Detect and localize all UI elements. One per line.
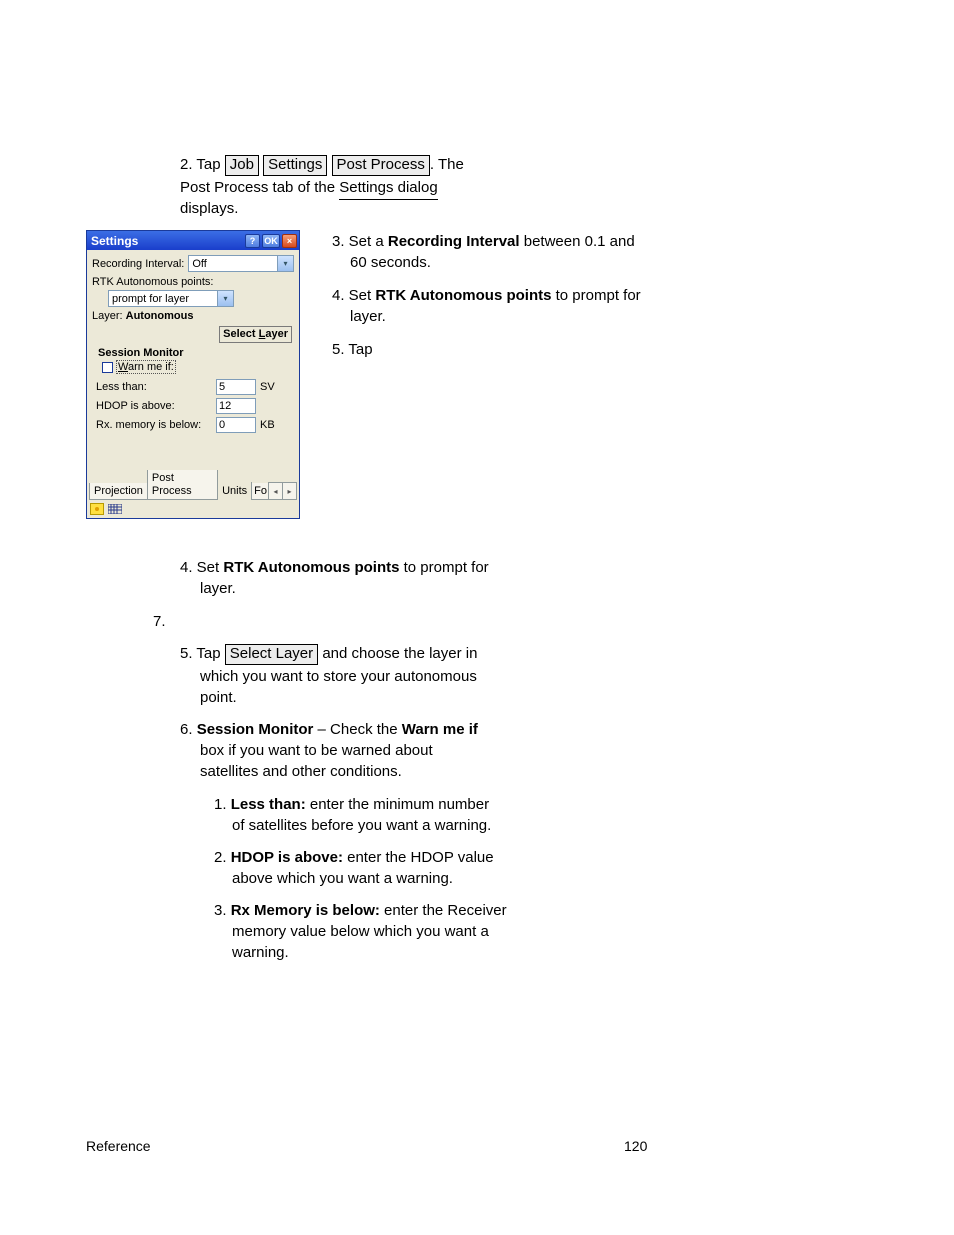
li1b: of satellites before you want a warning.: [232, 816, 491, 836]
recording-interval-label: Recording Interval:: [92, 258, 184, 270]
line3: displays.: [180, 199, 238, 219]
recording-interval-value: Off: [192, 258, 206, 270]
li2a: 2. HDOP is above: enter the HDOP value: [214, 848, 494, 868]
dialog-tabs: Projection Post Process Units Fo ◂ ▸: [89, 470, 297, 500]
help-button[interactable]: ?: [245, 234, 260, 248]
li1a: 1. Less than: enter the minimum number: [214, 795, 489, 815]
line2-a: Post Process: [180, 179, 268, 196]
dialog-titlebar: Settings ? OK ×: [87, 231, 299, 250]
select-layer-inline-button: Select Layer: [225, 644, 318, 665]
recording-interval-dropdown[interactable]: Off ▾: [188, 255, 294, 272]
bigstep7-num: 7.: [153, 612, 166, 632]
select-layer-row: Select Layer: [92, 326, 292, 343]
titlebar-buttons: ? OK ×: [245, 234, 297, 248]
instruction-header-line: 2. Tap Job Settings Post Process. The: [180, 155, 464, 176]
line2-b: tab of the: [273, 179, 340, 196]
step4-repeat-1: 4. Set RTK Autonomous points to prompt f…: [180, 558, 489, 578]
warn-checkbox[interactable]: [102, 362, 113, 373]
step6-line3: satellites and other conditions.: [200, 762, 402, 782]
chevron-down-icon: ▾: [217, 291, 233, 306]
post-process-button-inline: Post Process: [332, 155, 430, 176]
text-before-buttons: 2. Tap: [180, 156, 225, 173]
step6-line2: box if you want to be warned about: [200, 741, 433, 761]
hdop-label: HDOP is above:: [96, 400, 216, 412]
tab-scroll-left[interactable]: ◂: [268, 482, 283, 500]
rtk-label: RTK Autonomous points:: [92, 276, 294, 288]
layer-row: Layer: Autonomous: [92, 310, 294, 322]
session-monitor-label: Session Monitor: [98, 347, 294, 359]
page: 2. Tap Job Settings Post Process. The Po…: [0, 0, 954, 1235]
select-layer-button[interactable]: Select Layer: [219, 326, 292, 343]
step3-line2: 60 seconds.: [350, 254, 431, 271]
session-monitor-group: Session Monitor Warn me if: Less than: S…: [92, 345, 294, 433]
tab-arrows: ◂ ▸: [269, 482, 297, 500]
tab-projection[interactable]: Projection: [89, 483, 148, 500]
layer-value: Autonomous: [126, 310, 194, 322]
li2b: above which you want a warning.: [232, 869, 453, 889]
rtk-dropdown-row: prompt for layer ▾: [108, 290, 294, 307]
layer-label: Layer:: [92, 310, 126, 322]
step4-line2: layer.: [350, 308, 386, 325]
tab-scroll-right[interactable]: ▸: [282, 482, 297, 500]
step6-line1: 6. Session Monitor – Check the Warn me i…: [180, 720, 478, 740]
step4-repeat-2: layer.: [200, 579, 236, 599]
chevron-down-icon: ▾: [277, 256, 293, 271]
select-layer-text: Select Layer: [223, 328, 288, 340]
tab-post-process[interactable]: Post Process: [147, 470, 218, 500]
warn-grid: Less than: SV HDOP is above: Rx. memory …: [96, 379, 294, 433]
close-button[interactable]: ×: [282, 234, 297, 248]
li3b: memory value below which you want a: [232, 922, 489, 942]
step5-repeat: 5. Tap Select Layer and choose the layer…: [180, 644, 477, 665]
warn-row: Warn me if:: [102, 361, 294, 373]
step5-line1: 5. Tap: [332, 341, 373, 358]
warn-label: Warn me if:: [116, 360, 176, 374]
keyboard-icon[interactable]: [108, 503, 122, 515]
step5-line3: point.: [200, 688, 237, 708]
li3a: 3. Rx Memory is below: enter the Receive…: [214, 901, 507, 921]
less-than-label: Less than:: [96, 381, 216, 393]
step4-line1: 4. Set RTK Autonomous points to prompt f…: [332, 287, 641, 304]
footer-left: Reference: [86, 1138, 151, 1154]
recording-interval-row: Recording Interval: Off ▾: [92, 255, 294, 272]
hdop-input[interactable]: [216, 398, 256, 414]
rx-unit: KB: [260, 419, 284, 431]
settings-dialog-underline: Settings dialog: [339, 178, 437, 200]
rtk-value: prompt for layer: [112, 293, 189, 305]
less-than-unit: SV: [260, 381, 284, 393]
rtk-dropdown[interactable]: prompt for layer ▾: [108, 290, 234, 307]
footer-right: 120: [624, 1138, 647, 1154]
settings-button-inline: Settings: [263, 155, 327, 176]
line2-wrap: Post Process tab of the Settings dialog: [180, 178, 438, 200]
ok-button[interactable]: OK: [262, 234, 280, 248]
settings-dialog: Settings ? OK × Recording Interval: Off …: [86, 230, 300, 519]
rx-label: Rx. memory is below:: [96, 419, 216, 431]
job-button-inline: Job: [225, 155, 259, 176]
dialog-toolbar: [89, 502, 297, 516]
li3c: warning.: [232, 943, 289, 963]
tab-units[interactable]: Units: [217, 482, 252, 500]
text-after-buttons: . The: [430, 156, 464, 173]
step3-line1: 3. Set a Recording Interval between 0.1 …: [332, 233, 635, 250]
dialog-body: Recording Interval: Off ▾ RTK Autonomous…: [87, 250, 299, 433]
dialog-title-text: Settings: [91, 234, 138, 248]
rx-input[interactable]: [216, 417, 256, 433]
step5-line2: which you want to store your autonomous: [200, 667, 477, 687]
sun-icon[interactable]: [90, 503, 104, 515]
less-than-input[interactable]: [216, 379, 256, 395]
